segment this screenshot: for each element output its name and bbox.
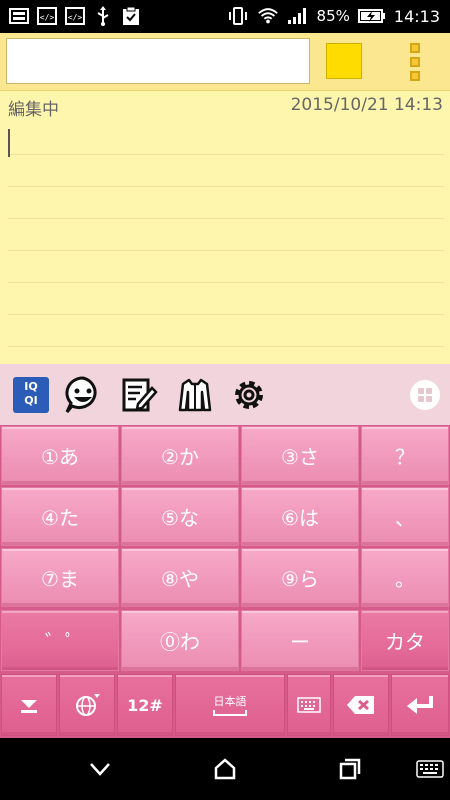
key-katakana[interactable]: カタ [361,610,449,671]
hide-keyboard-icon [21,700,37,713]
keyboard-icon [416,760,444,778]
battery-charging-icon [357,5,386,27]
status-bar: </> </> 85% 14:13 [0,0,450,33]
memo-edit-button[interactable] [119,375,159,415]
chevron-down-icon [90,763,110,776]
key-dakuten[interactable]: ゛ﾟ [1,610,119,671]
memo-editor: 編集中 2015/10/21 14:13 [0,33,450,364]
key-sa-row[interactable]: ③さ [241,426,359,485]
settings-button[interactable] [229,375,269,415]
vibrate-icon [227,5,249,27]
recent-apps-button[interactable] [335,754,365,784]
backspace-icon [347,696,374,714]
iqqi-logo-button[interactable]: IQ QI [11,375,51,415]
ime-keyboard: ①あ ②か ③さ ？ ④た ⑤な ⑥は 、 ⑦ま ⑧や ⑨ら 。 ゛ﾟ ⓪わ ー… [0,425,450,738]
space-key-label: 日本語 [213,695,247,708]
key-question[interactable]: ？ [361,426,449,485]
menu-dot-icon [410,43,420,53]
code-icon-2: </> [64,5,86,27]
back-button[interactable] [85,754,115,784]
grid-icon [410,380,440,410]
key-ma-row[interactable]: ⑦ま [1,548,119,607]
key-ra-row[interactable]: ⑨ら [241,548,359,607]
svg-text:</>: </> [68,13,83,22]
key-ta-row[interactable]: ④た [1,487,119,546]
status-time: 14:13 [393,6,440,26]
memo-color-button[interactable] [326,43,362,79]
keyboard-layout-key[interactable] [287,674,331,736]
backspace-key[interactable] [333,674,389,736]
keyboard-icon [297,697,321,713]
iqqi-logo-line2: QI [24,394,38,407]
key-na-row[interactable]: ⑤な [121,487,239,546]
notepad-pen-icon [122,378,158,412]
overflow-menu-button[interactable] [404,43,426,81]
enter-key[interactable] [391,674,449,736]
wifi-icon [257,5,279,27]
enter-icon [407,696,433,714]
key-period[interactable]: 。 [361,548,449,607]
hide-keyboard-key[interactable] [1,674,57,736]
shirt-icon [178,378,212,412]
memo-status-label: 編集中 [8,100,59,120]
home-icon [214,758,236,780]
key-wa-row[interactable]: ⓪わ [121,610,239,671]
gear-icon [235,381,263,409]
globe-icon [76,694,100,716]
keyboard-switch-button[interactable] [414,754,446,784]
recents-icon [339,758,361,780]
theme-button[interactable] [175,375,215,415]
numeric-key[interactable]: 12# [117,674,173,736]
key-comma[interactable]: 、 [361,487,449,546]
usb-icon [92,5,114,27]
memo-title-input[interactable] [6,38,310,84]
key-ha-row[interactable]: ⑥は [241,487,359,546]
text-cursor [8,129,10,157]
svg-text:</>: </> [40,13,55,22]
key-long-vowel[interactable]: ー [241,610,359,671]
battery-percent: 85% [316,7,350,25]
emoji-button[interactable] [63,375,103,415]
menu-dot-icon [410,71,420,81]
signal-icon [287,5,309,27]
memo-date: 2015/10/21 14:13 [290,95,443,115]
clipboard-check-icon [120,5,142,27]
key-ya-row[interactable]: ⑧や [121,548,239,607]
gallery-icon [8,5,30,27]
memo-body-textarea[interactable] [8,123,444,363]
navigation-bar [0,738,450,800]
smiley-icon [65,376,97,413]
key-a-row[interactable]: ①あ [1,426,119,485]
space-key[interactable]: 日本語 [175,674,285,736]
language-key[interactable] [59,674,115,736]
iqqi-logo-icon: IQ QI [13,377,49,413]
layout-grid-button[interactable] [405,375,445,415]
key-ka-row[interactable]: ②か [121,426,239,485]
space-bar-icon [213,710,247,716]
ime-toolbar: IQ QI [0,364,450,425]
home-button[interactable] [210,754,240,784]
iqqi-logo-line1: IQ [24,380,38,393]
menu-dot-icon [410,57,420,67]
code-icon: </> [36,5,58,27]
memo-toolbar [0,33,450,91]
